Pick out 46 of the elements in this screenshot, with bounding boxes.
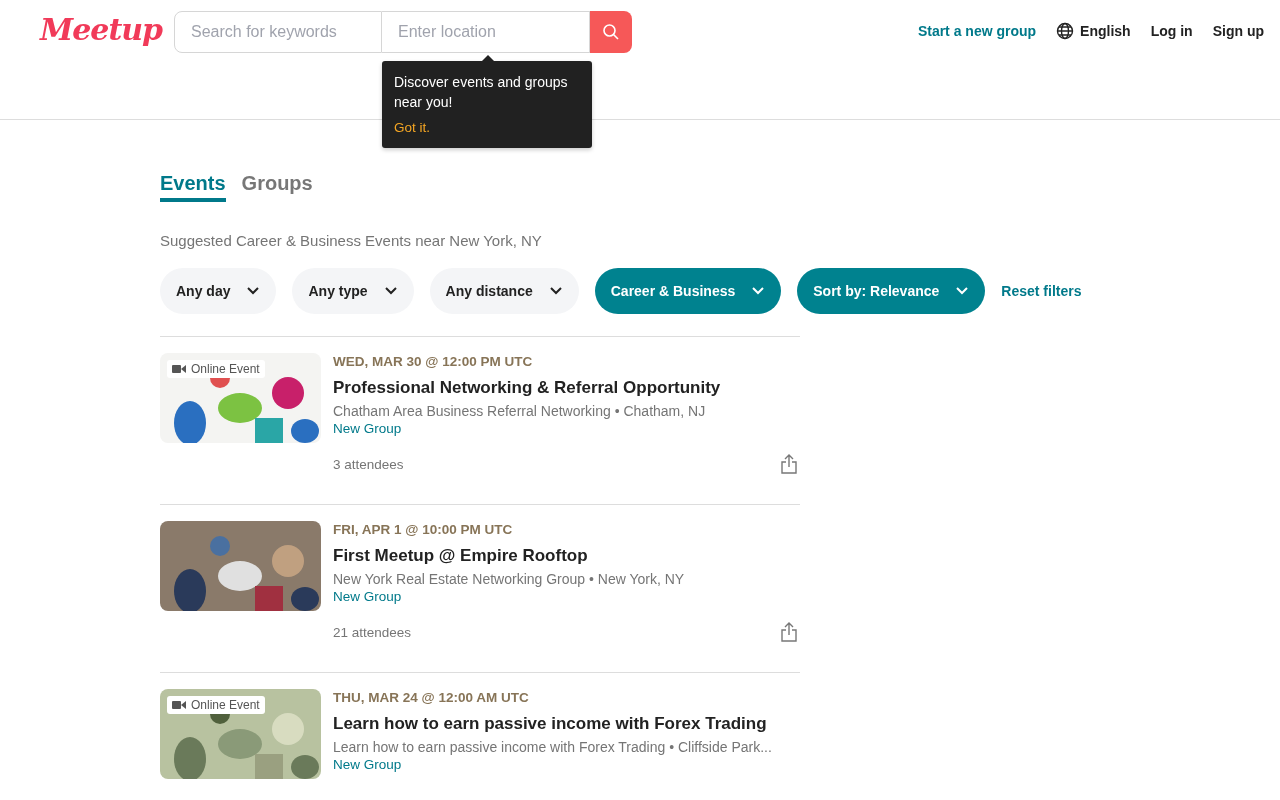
start-group-link[interactable]: Start a new group — [917, 23, 1037, 39]
tooltip-text: Discover events and groups near you! — [394, 73, 569, 112]
share-icon[interactable] — [780, 454, 798, 474]
new-group-label: New Group — [333, 757, 403, 772]
event-title[interactable]: Learn how to earn passive income with Forex Trading — [333, 713, 800, 735]
chevron-down-icon — [246, 286, 261, 296]
attendee-count: 3 attendees — [333, 456, 404, 472]
language-link[interactable]: English — [1056, 22, 1131, 40]
filter-dropdown[interactable]: Any distance — [429, 268, 579, 314]
search-icon — [602, 23, 620, 41]
chevron-down-icon — [548, 286, 563, 296]
event-date: FRI, APR 1 @ 10:00 PM UTC — [333, 521, 514, 539]
group-location: Chatham Area Business Referral Networking • Chatham, NJ — [333, 403, 707, 419]
location-field[interactable]: Enter location — [382, 11, 590, 53]
filter-dropdown[interactable]: Sort by: Relevance — [797, 268, 986, 314]
chevron-down-icon — [751, 286, 766, 296]
share-icon[interactable] — [780, 622, 798, 642]
video-camera-icon — [172, 700, 186, 710]
new-group-label: New Group — [333, 589, 403, 604]
online-event-badge: Online Event — [167, 696, 265, 714]
filter-dropdown[interactable]: Any type — [292, 268, 414, 314]
chevron-down-icon — [383, 286, 398, 296]
online-event-badge: Online Event — [167, 360, 265, 378]
chevron-down-icon — [955, 286, 970, 296]
event-date: THU, MAR 24 @ 12:00 AM UTC — [333, 689, 530, 707]
tab[interactable]: Groups — [241, 172, 313, 202]
nav-link[interactable]: Sign up — [1212, 23, 1264, 39]
filter-dropdown[interactable]: Career & Business — [594, 268, 782, 314]
event-date: WED, MAR 30 @ 12:00 PM UTC — [333, 353, 534, 371]
group-location: Learn how to earn passive income with Forex Trading • Cliffside Park... — [333, 739, 773, 755]
keyword-search-field[interactable]: Search for keywords — [174, 11, 382, 53]
reset-filters-link[interactable]: Reset filters — [1001, 283, 1082, 299]
event-title[interactable]: Professional Networking & Referral Opportunity — [333, 377, 800, 399]
group-location: New York Real Estate Networking Group • New York, NY — [333, 571, 686, 587]
got-it-link[interactable]: Got it. — [394, 120, 580, 135]
new-group-label: New Group — [333, 421, 403, 436]
event-title[interactable]: First Meetup @ Empire Rooftop — [333, 545, 800, 567]
search-button[interactable] — [590, 11, 632, 53]
filter-dropdown[interactable]: Any day — [160, 268, 277, 314]
logo[interactable]: Meetup — [40, 10, 174, 50]
video-camera-icon — [172, 364, 186, 374]
attendee-count: 21 attendees — [333, 624, 412, 640]
tab[interactable]: Events — [160, 172, 226, 202]
results-heading: Suggested Career & Business Events near New York, NY — [160, 232, 543, 249]
nav-link[interactable]: Log in — [1150, 23, 1193, 39]
globe-icon — [1056, 22, 1075, 40]
